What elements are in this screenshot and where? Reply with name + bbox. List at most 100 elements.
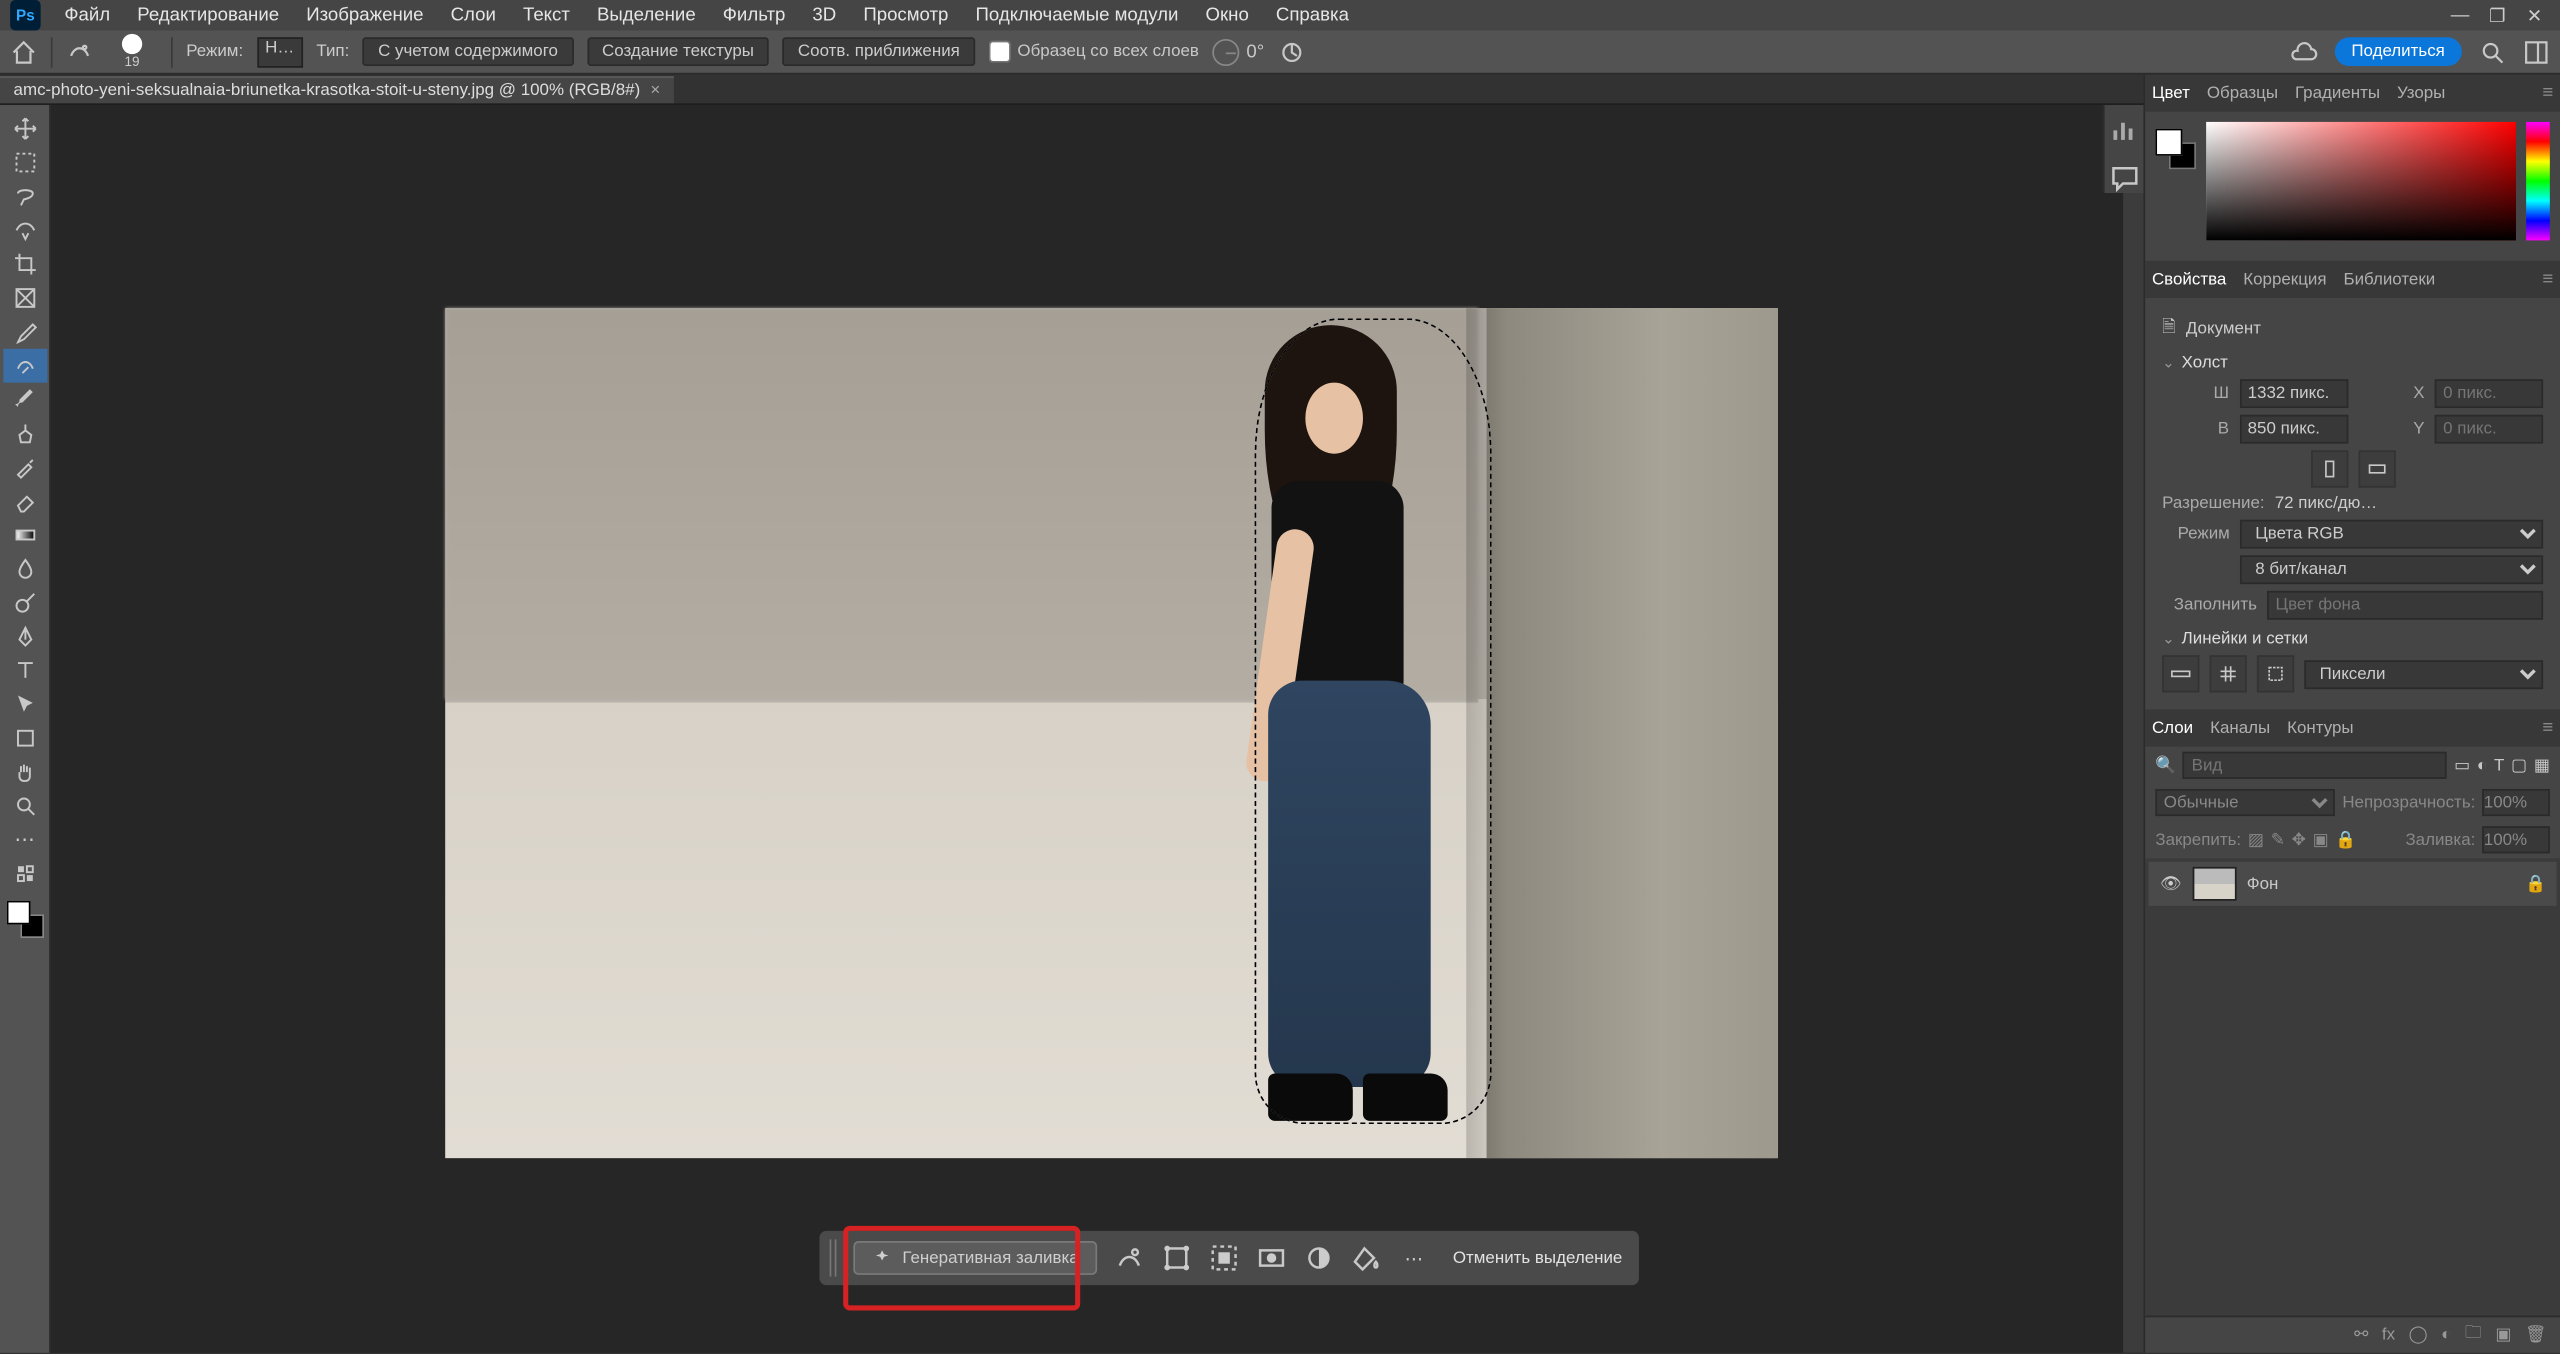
lock-all-icon[interactable]: 🔒 xyxy=(2335,830,2356,849)
hue-strip[interactable] xyxy=(2526,122,2550,241)
mask-icon[interactable]: ◯ xyxy=(2409,1326,2428,1345)
menu-edit[interactable]: Редактирование xyxy=(124,2,293,29)
lock-position-icon[interactable]: ✥ xyxy=(2292,830,2306,849)
tab-paths[interactable]: Контуры xyxy=(2287,719,2353,738)
menu-select[interactable]: Выделение xyxy=(583,2,709,29)
mode-dropdown[interactable]: Н… xyxy=(257,36,303,66)
filter-shape-icon[interactable]: ▢ xyxy=(2511,756,2527,775)
dock-comments-icon[interactable] xyxy=(2109,163,2139,193)
tab-adjustments[interactable]: Коррекция xyxy=(2243,270,2326,289)
tool-eyedropper[interactable] xyxy=(3,315,47,349)
document-canvas[interactable] xyxy=(445,308,1777,1158)
tool-path-select[interactable] xyxy=(3,687,47,721)
filter-type-icon[interactable]: T xyxy=(2494,756,2504,775)
section-canvas[interactable]: Холст xyxy=(2162,354,2543,373)
height-input[interactable] xyxy=(2239,415,2347,444)
tab-gradients[interactable]: Градиенты xyxy=(2295,84,2380,103)
share-button[interactable]: Поделиться xyxy=(2334,37,2461,66)
link-layers-icon[interactable]: ⚯ xyxy=(2354,1326,2368,1345)
tool-gradient[interactable] xyxy=(3,518,47,552)
tab-patterns[interactable]: Узоры xyxy=(2397,84,2445,103)
tool-edit-toolbar[interactable] xyxy=(3,857,47,891)
tool-history-brush[interactable] xyxy=(3,450,47,484)
minimize-icon[interactable]: — xyxy=(2448,4,2472,26)
guides-icon[interactable] xyxy=(2257,655,2294,692)
fill-input[interactable] xyxy=(2267,591,2543,620)
tab-properties[interactable]: Свойства xyxy=(2152,270,2226,289)
panel-menu-icon[interactable]: ≡ xyxy=(2542,83,2553,103)
tool-lasso[interactable] xyxy=(3,179,47,213)
tab-color[interactable]: Цвет xyxy=(2152,84,2190,103)
filter-smart-icon[interactable]: ▦ xyxy=(2534,756,2550,775)
tab-channels[interactable]: Каналы xyxy=(2210,719,2270,738)
bit-depth-select[interactable]: 8 бит/канал xyxy=(2240,555,2543,584)
tab-layers[interactable]: Слои xyxy=(2152,719,2193,738)
menu-plugins[interactable]: Подключаемые модули xyxy=(962,2,1192,29)
menu-layers[interactable]: Слои xyxy=(437,2,509,29)
units-select[interactable]: Пиксели xyxy=(2304,659,2543,688)
opacity-input[interactable] xyxy=(2482,789,2550,816)
search-icon[interactable] xyxy=(2479,38,2506,65)
tool-hand[interactable] xyxy=(3,755,47,789)
x-input[interactable] xyxy=(2435,379,2543,408)
fx-icon[interactable]: fx xyxy=(2382,1326,2395,1345)
visibility-icon[interactable]: 👁 xyxy=(2159,874,2183,893)
panel-menu-icon[interactable]: ≡ xyxy=(2542,718,2553,738)
button-content-aware[interactable]: С учетом содержимого xyxy=(363,37,573,66)
deselect-button[interactable]: Отменить выделение xyxy=(1446,1249,1629,1268)
tool-eraser[interactable] xyxy=(3,484,47,518)
blend-mode-select[interactable]: Обычные xyxy=(2155,789,2335,816)
layer-search-input[interactable] xyxy=(2183,752,2447,779)
menu-help[interactable]: Справка xyxy=(1262,2,1362,29)
menu-file[interactable]: Файл xyxy=(51,2,124,29)
close-icon[interactable]: ✕ xyxy=(2523,4,2547,26)
invert-selection-icon[interactable] xyxy=(1209,1243,1239,1273)
lock-transparency-icon[interactable]: ▨ xyxy=(2248,830,2264,849)
orientation-landscape-icon[interactable] xyxy=(2358,450,2395,487)
menu-filter[interactable]: Фильтр xyxy=(709,2,799,29)
orientation-portrait-icon[interactable] xyxy=(2310,450,2347,487)
tool-quick-select[interactable] xyxy=(3,213,47,247)
filter-image-icon[interactable]: ▭ xyxy=(2454,756,2470,775)
tool-pen[interactable] xyxy=(3,620,47,654)
foreground-color-swatch[interactable] xyxy=(6,901,30,925)
tool-move[interactable] xyxy=(3,112,47,146)
new-layer-icon[interactable]: ▣ xyxy=(2495,1326,2511,1345)
home-icon[interactable] xyxy=(10,38,37,65)
tool-marquee[interactable] xyxy=(3,146,47,180)
brush-preview[interactable]: 19 xyxy=(107,31,158,72)
sample-all-checkbox[interactable]: Образец со всех слоев xyxy=(989,41,1199,63)
tab-swatches[interactable]: Образцы xyxy=(2207,84,2278,103)
filter-adjust-icon[interactable]: ◐ xyxy=(2477,756,2487,775)
menu-text[interactable]: Текст xyxy=(509,2,583,29)
y-input[interactable] xyxy=(2435,415,2543,444)
tool-clone[interactable] xyxy=(3,417,47,451)
lock-pixels-icon[interactable]: ✎ xyxy=(2271,830,2285,849)
fill-icon[interactable] xyxy=(1351,1243,1381,1273)
layer-thumbnail[interactable] xyxy=(2193,867,2237,901)
group-icon[interactable]: 🗀 xyxy=(2465,1321,2482,1350)
angle-control[interactable]: 0° xyxy=(1212,38,1264,65)
menu-window[interactable]: Окно xyxy=(1192,2,1262,29)
tool-crop[interactable] xyxy=(3,247,47,281)
fill-opacity-input[interactable] xyxy=(2482,826,2550,853)
color-field[interactable] xyxy=(2206,122,2516,241)
section-rulers[interactable]: Линейки и сетки xyxy=(2162,630,2543,649)
layer-row[interactable]: 👁 Фон 🔒 xyxy=(2149,862,2557,906)
color-mode-select[interactable]: Цвета RGB xyxy=(2240,520,2543,549)
tab-close-icon[interactable]: × xyxy=(650,81,660,100)
button-create-texture[interactable]: Создание текстуры xyxy=(587,37,769,66)
vertical-scrollbar[interactable] xyxy=(2123,105,2143,1353)
select-subject-icon[interactable] xyxy=(1114,1243,1144,1273)
tool-icon-healing[interactable] xyxy=(66,38,93,65)
canvas-viewport[interactable]: Генеративная заливка ⋯ Отменить выделени… xyxy=(51,105,2144,1353)
maximize-icon[interactable]: ❐ xyxy=(2486,4,2510,26)
adjustment-icon[interactable] xyxy=(1304,1243,1334,1273)
width-input[interactable] xyxy=(2239,379,2347,408)
tool-shape[interactable] xyxy=(3,721,47,755)
more-icon[interactable]: ⋯ xyxy=(1399,1243,1429,1273)
tool-zoom[interactable] xyxy=(3,789,47,823)
generative-fill-button[interactable]: Генеративная заливка xyxy=(853,1241,1097,1275)
cloud-docs-icon[interactable] xyxy=(2290,38,2317,65)
transform-icon[interactable] xyxy=(1162,1243,1192,1273)
